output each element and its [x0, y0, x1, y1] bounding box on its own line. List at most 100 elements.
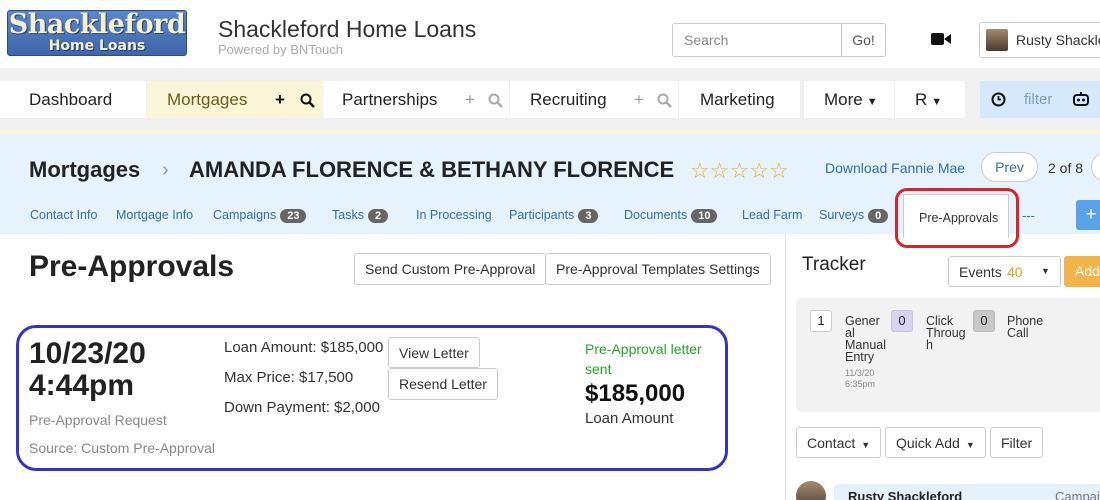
nav-partnerships-label: Partnerships: [342, 90, 438, 109]
user-avatar: [986, 29, 1008, 51]
nav-mortgages[interactable]: Mortgages +: [147, 81, 322, 118]
add-mortgage-icon[interactable]: +: [275, 81, 285, 118]
download-fannie-mae-link[interactable]: Download Fannie Mae: [825, 160, 965, 176]
nav-recruiting-label: Recruiting: [530, 90, 607, 109]
count-badge: 0: [868, 209, 889, 223]
tab-in-processing[interactable]: In Processing: [416, 208, 492, 222]
breadcrumb-root[interactable]: Mortgages: [29, 157, 140, 183]
search-input[interactable]: [672, 23, 842, 57]
search-recruit-icon[interactable]: [657, 93, 672, 108]
nav-r-dropdown[interactable]: R ▼: [895, 81, 965, 118]
resend-letter-button[interactable]: Resend Letter: [388, 368, 498, 400]
video-camera-icon[interactable]: [931, 32, 951, 46]
search-mortgage-icon[interactable]: [300, 93, 315, 108]
count-badge[interactable]: 0: [891, 310, 913, 332]
main-nav: Dashboard Mortgages + Partnerships + Rec…: [0, 68, 1100, 130]
star-icon[interactable]: ☆: [749, 158, 769, 183]
add-recruit-icon[interactable]: +: [634, 81, 644, 118]
loan-amount: Loan Amount: $185,000: [224, 339, 384, 356]
star-icon[interactable]: ☆: [769, 158, 789, 183]
add-partnership-icon[interactable]: +: [465, 81, 475, 118]
tab-participants[interactable]: Participants 3: [509, 208, 599, 223]
tab-tasks[interactable]: Tasks 2: [332, 208, 389, 223]
pre-approval-templates-settings-button[interactable]: Pre-Approval Templates Settings: [545, 253, 771, 285]
contact-dropdown[interactable]: Contact ▼: [796, 427, 882, 458]
tracker-item-label: Click Throug h: [926, 314, 966, 352]
count-badge[interactable]: 1: [810, 310, 832, 332]
filter-button[interactable]: Filter: [990, 427, 1044, 458]
panel-divider: [785, 234, 786, 500]
powered-by: Powered by BNTouch: [218, 42, 344, 57]
filter-label: filter: [1024, 91, 1053, 108]
chevron-down-icon: ▼: [861, 439, 871, 450]
quick-add-dropdown[interactable]: Quick Add ▼: [885, 427, 986, 458]
filter-box[interactable]: filter: [980, 81, 1100, 118]
user-menu-button[interactable]: Rusty Shackleford: [979, 22, 1100, 58]
pre-approval-type: Pre-Approval Request: [29, 412, 167, 428]
logo-line-1: Shackleford: [8, 9, 186, 40]
star-icon[interactable]: ☆: [729, 158, 749, 183]
tracker-add-button[interactable]: Add: [1064, 256, 1100, 287]
nav-marketing-label: Marketing: [700, 90, 775, 109]
tracker-summary: 1 Gener al Manual Entry 11/3/20 6:35pm 0…: [796, 298, 1100, 412]
top-header: Shackleford Home Loans Shackleford Home …: [0, 0, 1100, 68]
count-badge: 3: [578, 209, 599, 223]
robot-icon[interactable]: [1072, 91, 1090, 107]
avatar: [796, 481, 826, 500]
add-tab-button[interactable]: +: [1076, 200, 1100, 230]
nav-partnerships[interactable]: Partnerships +: [323, 81, 509, 118]
prev-record-button[interactable]: Prev: [981, 152, 1038, 182]
tab-label: Documents: [624, 208, 688, 222]
star-icon[interactable]: ☆: [710, 158, 730, 183]
count-badge: 10: [691, 209, 718, 223]
clock-icon[interactable]: [991, 92, 1006, 107]
record-position: 2 of 8: [1048, 160, 1084, 176]
view-letter-button[interactable]: View Letter: [388, 337, 480, 368]
feed-user-name: Rusty Shackleford: [848, 489, 963, 500]
star-icon[interactable]: ☆: [690, 158, 710, 183]
count-badge[interactable]: 0: [973, 310, 995, 332]
user-name: Rusty Shackleford: [1016, 32, 1100, 48]
tab-label: In Processing: [416, 208, 492, 222]
nav-dashboard[interactable]: Dashboard: [0, 81, 146, 118]
events-label: Events: [959, 264, 1002, 280]
tab-campaigns[interactable]: Campaigns 23: [213, 208, 307, 223]
count-badge: 23: [280, 209, 307, 223]
pre-approval-card: 10/23/20 4:44pm Pre-Approval Request Sou…: [16, 325, 728, 471]
chevron-down-icon: ▼: [1041, 266, 1050, 276]
tab-label: Participants: [509, 208, 575, 222]
tracker-title: Tracker: [802, 254, 866, 275]
next-record-button[interactable]: [1091, 152, 1100, 182]
nav-recruiting[interactable]: Recruiting +: [510, 81, 678, 118]
down-payment: Down Payment: $2,000: [224, 399, 380, 416]
pre-approval-date: 10/23/20: [29, 337, 146, 370]
tab-mortgage-info[interactable]: Mortgage Info: [116, 208, 193, 222]
tab-documents[interactable]: Documents 10: [624, 208, 718, 223]
search-partnership-icon[interactable]: [488, 93, 503, 108]
app-title: Shackleford Home Loans: [218, 16, 477, 42]
company-logo[interactable]: Shackleford Home Loans: [7, 10, 187, 56]
tab-surveys[interactable]: Surveys 0: [819, 208, 889, 223]
breadcrumb-chevron-icon: ›: [162, 159, 169, 181]
tracker-item-date: 11/3/20 6:35pm: [845, 368, 876, 389]
tab-label: Mortgage Info: [116, 208, 194, 222]
max-price: Max Price: $17,500: [224, 369, 354, 386]
tab-lead-farm[interactable]: Lead Farm: [742, 208, 802, 222]
nav-mortgages-label: Mortgages: [167, 90, 248, 109]
chevron-down-icon: ▼: [965, 439, 975, 450]
nav-more-dropdown[interactable]: More ▼: [804, 81, 894, 118]
send-custom-pre-approval-button[interactable]: Send Custom Pre-Approval: [354, 253, 547, 285]
tab-more[interactable]: ---: [1022, 208, 1035, 223]
nav-marketing[interactable]: Marketing: [679, 81, 800, 118]
tracker-item-label: Phone Call: [1007, 314, 1044, 340]
nav-r-label: R: [915, 90, 928, 109]
tracker-item-label: Gener al Manual Entry: [845, 314, 886, 364]
events-dropdown[interactable]: Events 40 ▼: [948, 256, 1061, 287]
rating-stars[interactable]: ☆☆☆☆☆: [690, 158, 789, 184]
tab-label: Lead Farm: [742, 208, 803, 222]
tab-label: Tasks: [332, 208, 364, 222]
nav-dashboard-label: Dashboard: [29, 90, 113, 109]
tab-contact-info[interactable]: Contact Info: [30, 208, 97, 222]
pre-approval-source: Source: Custom Pre-Approval: [29, 440, 215, 456]
search-go-button[interactable]: Go!: [841, 23, 886, 57]
